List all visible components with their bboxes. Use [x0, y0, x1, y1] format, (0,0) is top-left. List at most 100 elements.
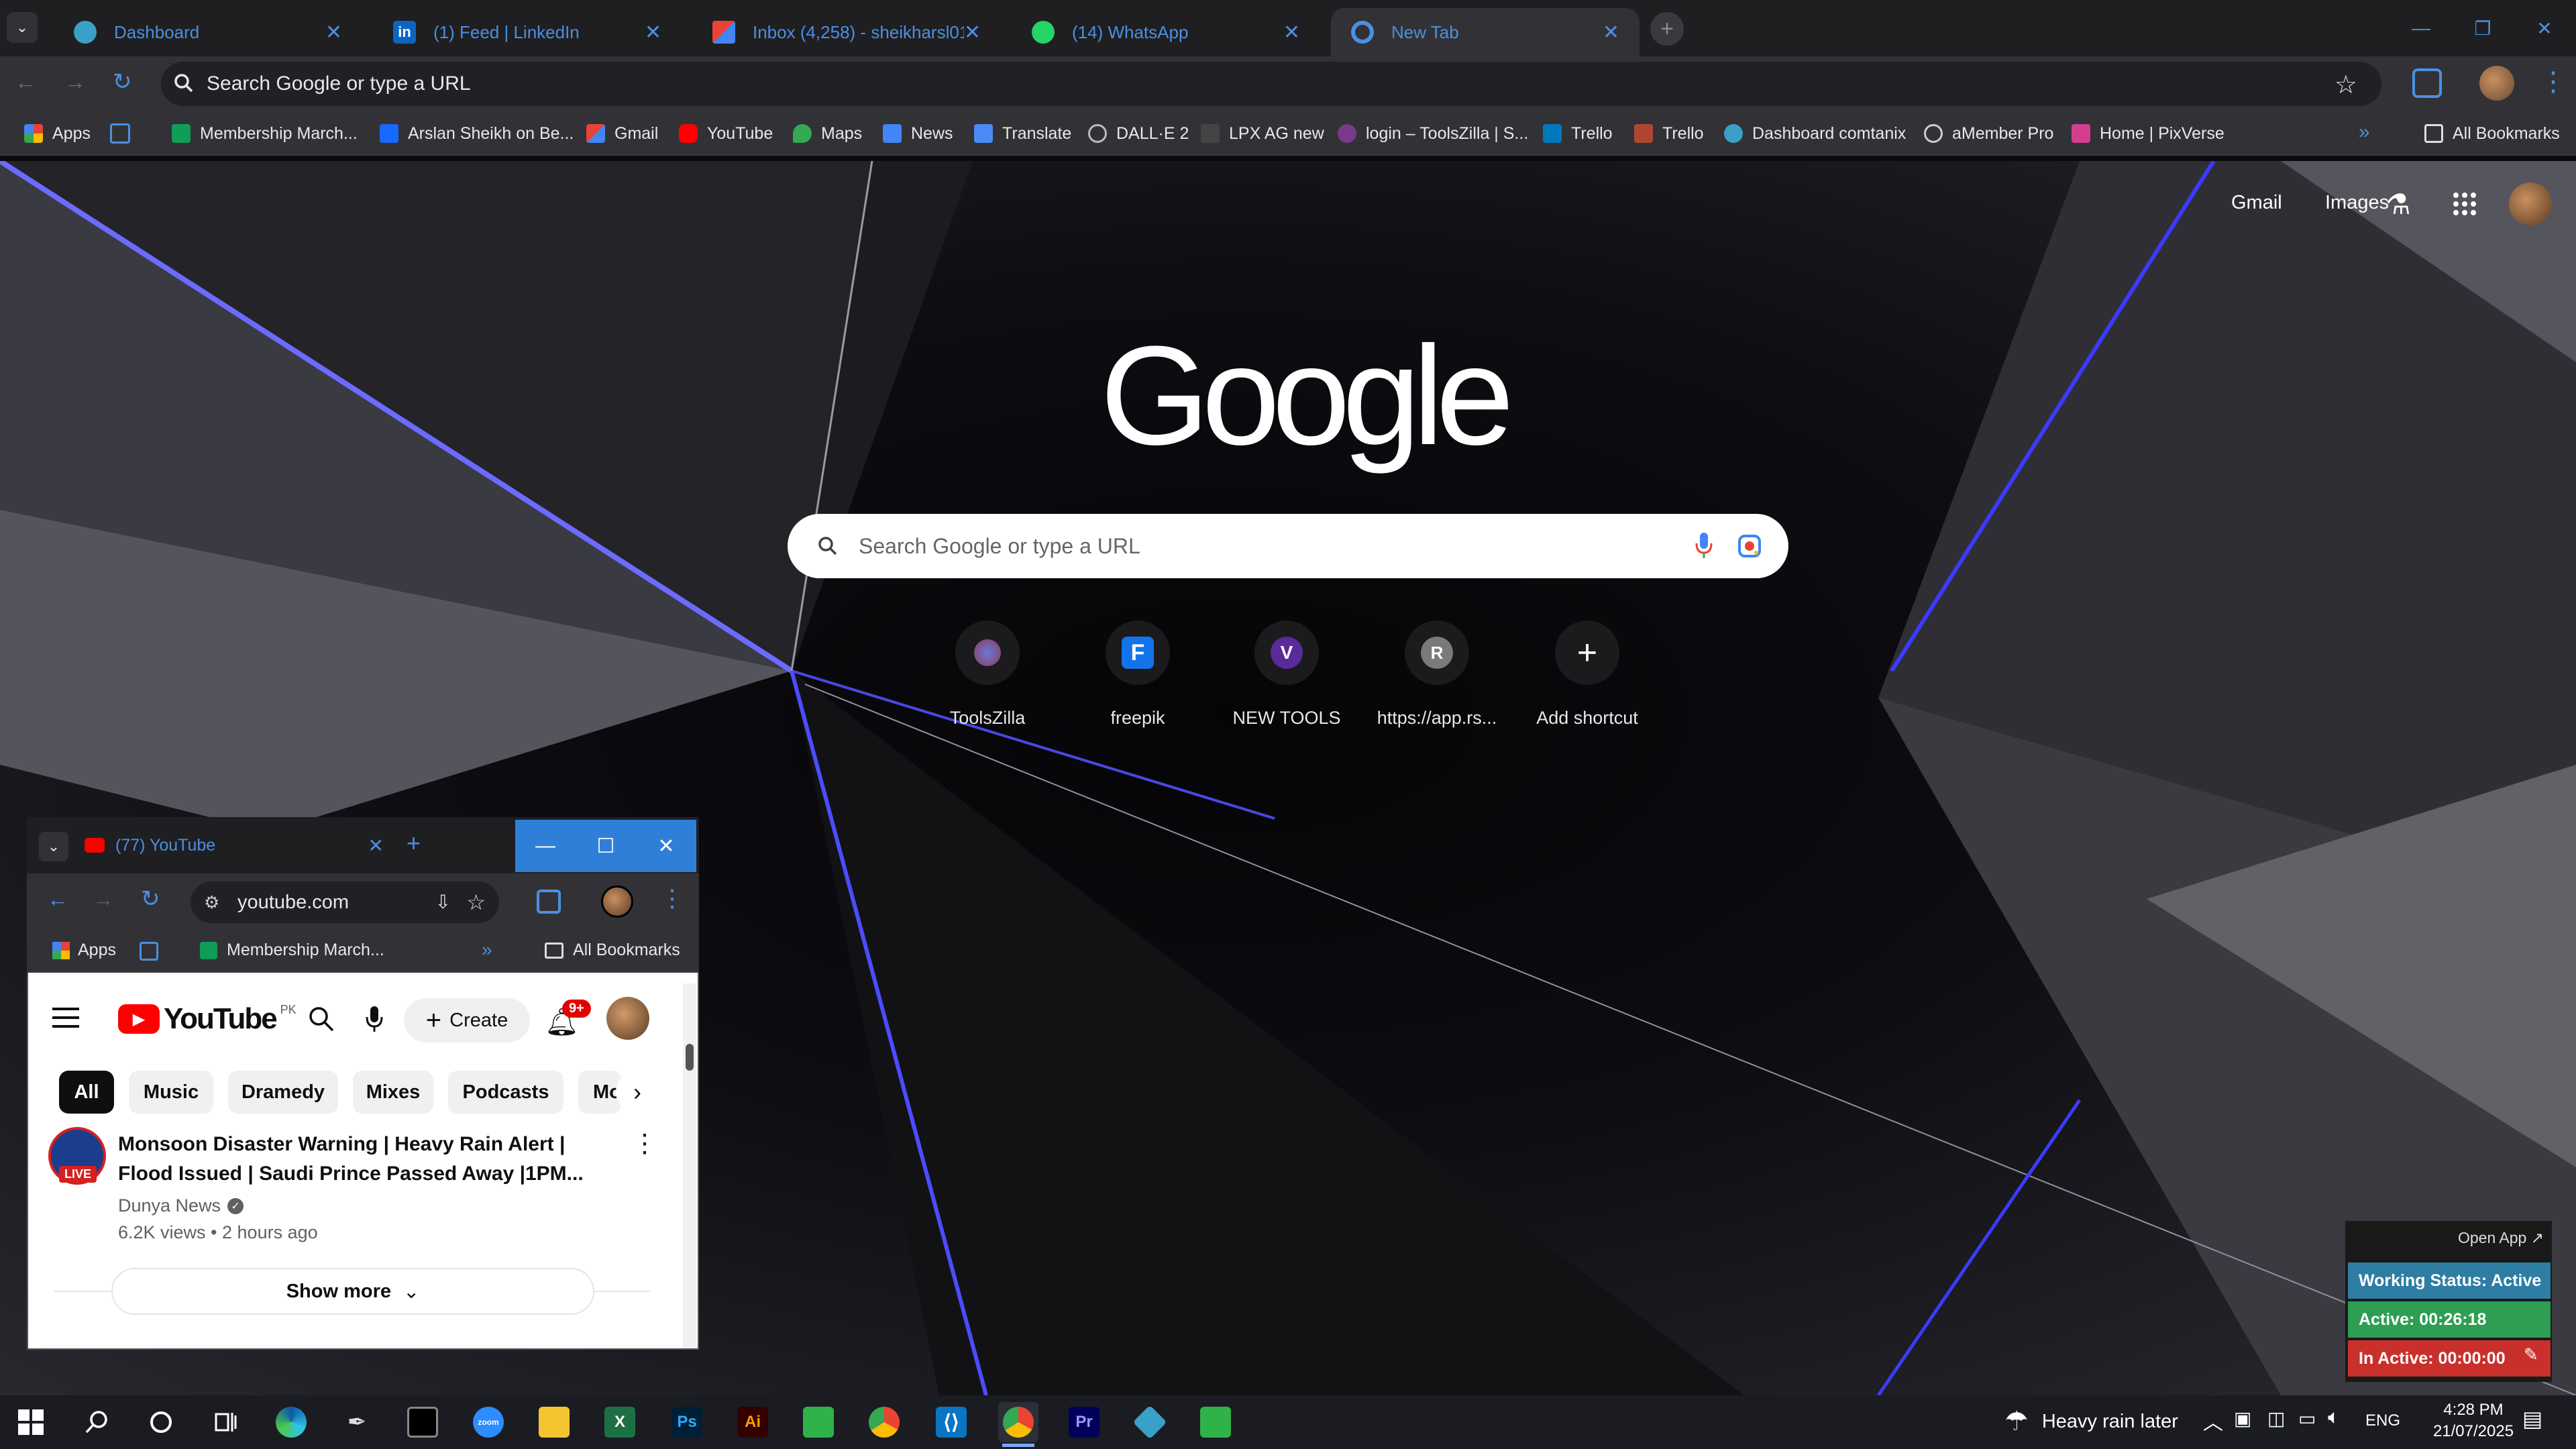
bookmark-membership[interactable]: Membership March... — [172, 121, 358, 146]
bookmark-star-icon[interactable]: ☆ — [466, 890, 486, 915]
yt-bookmarks-overflow-icon[interactable]: » — [482, 939, 492, 961]
bookmark-star-icon[interactable]: ☆ — [2334, 70, 2357, 100]
address-bar[interactable]: Search Google or type a URL ☆ — [161, 62, 2381, 106]
close-icon[interactable]: ✕ — [645, 21, 661, 44]
yt-scrollbar[interactable] — [683, 983, 696, 1348]
yt-maximize-button[interactable]: ☐ — [576, 820, 636, 872]
google-apps-icon[interactable] — [2453, 192, 2477, 216]
microphone-icon[interactable] — [1695, 531, 1713, 559]
yt-tab[interactable]: (77) YouTube ✕ — [85, 825, 393, 865]
site-settings-icon[interactable]: ⚙ — [204, 892, 219, 913]
volume-icon[interactable]: 🔈︎ — [2328, 1406, 2340, 1429]
clock[interactable]: 4:28 PM 21/07/2025 — [2423, 1399, 2524, 1442]
youtube-logo[interactable]: ▶ YouTube PK — [118, 1002, 297, 1036]
premiere-icon[interactable]: Pr — [1064, 1402, 1104, 1442]
notification-center-icon[interactable]: ▤ — [2522, 1406, 2542, 1432]
back-button[interactable]: ← — [15, 70, 36, 95]
shortcut-add[interactable]: + Add shortcut — [1520, 621, 1654, 729]
green-app-icon[interactable] — [798, 1402, 839, 1442]
file-explorer-icon[interactable] — [534, 1402, 574, 1442]
profile-avatar[interactable] — [2479, 66, 2514, 101]
bookmark-trello-2[interactable]: Trello — [1634, 121, 1704, 146]
video-channel-name[interactable]: Dunya News ✓ — [118, 1195, 244, 1216]
task-view-icon[interactable] — [205, 1402, 246, 1442]
yt-new-tab-button[interactable]: + — [407, 829, 421, 857]
pencil-edit-icon[interactable]: ✎ — [2524, 1344, 2538, 1365]
bookmark-lpx[interactable]: LPX AG new — [1201, 121, 1324, 146]
chip-mixes[interactable]: Mixes — [353, 1071, 433, 1114]
meet-now-icon[interactable]: ▣ — [2234, 1407, 2251, 1430]
yt-tab-search-button[interactable]: ⌄ — [39, 832, 68, 861]
close-icon[interactable]: ✕ — [368, 835, 384, 857]
yt-hamburger-menu-icon[interactable] — [52, 1008, 79, 1028]
bookmark-maps[interactable]: Maps — [793, 121, 862, 146]
yt-search-icon[interactable] — [307, 1005, 335, 1033]
close-icon[interactable]: ✕ — [325, 21, 342, 44]
bookmark-translate[interactable]: Translate — [974, 121, 1071, 146]
gmail-link[interactable]: Gmail — [2231, 192, 2282, 214]
tab-whatsapp[interactable]: (14) WhatsApp ✕ — [1012, 8, 1320, 56]
chip-dramedy[interactable]: Dramedy — [228, 1071, 338, 1114]
forward-button[interactable]: → — [64, 70, 86, 95]
yt-extensions-icon[interactable] — [537, 890, 561, 914]
google-search-box[interactable]: Search Google or type a URL — [788, 514, 1788, 578]
menu-kebab-icon[interactable]: ⋮ — [2540, 67, 2567, 97]
close-icon[interactable]: ✕ — [1603, 21, 1619, 44]
language-indicator[interactable]: ENG — [2365, 1411, 2400, 1430]
bookmark-dalle[interactable]: DALL·E 2 — [1088, 121, 1189, 146]
yt-close-button[interactable]: ✕ — [636, 820, 696, 872]
cortana-icon[interactable] — [141, 1402, 181, 1442]
chrome-icon[interactable] — [864, 1402, 904, 1442]
yt-bookmark-membership[interactable]: Membership March... — [200, 941, 384, 960]
illustrator-icon[interactable]: Ai — [733, 1402, 773, 1442]
yt-address-bar[interactable]: ⚙ youtube.com ⇩ ☆ — [191, 881, 499, 923]
yt-voice-search-icon[interactable] — [365, 1005, 384, 1033]
tracker-app-icon[interactable] — [1130, 1402, 1170, 1442]
yt-menu-kebab-icon[interactable]: ⋮ — [660, 884, 684, 912]
close-window-button[interactable]: ✕ — [2514, 0, 2575, 56]
bookmarks-overflow-icon[interactable]: » — [2359, 121, 2370, 144]
yt-all-bookmarks-folder[interactable]: All Bookmarks — [545, 941, 680, 960]
tab-search-button[interactable]: ⌄ — [7, 12, 38, 43]
zoom-icon[interactable]: zoom — [468, 1402, 508, 1442]
open-app-link[interactable]: Open App ↗ — [2458, 1229, 2544, 1247]
yt-forward-button[interactable]: → — [93, 887, 114, 912]
video-title[interactable]: Monsoon Disaster Warning | Heavy Rain Al… — [118, 1130, 614, 1189]
bookmark-dashboard-comtanix[interactable]: Dashboard comtanix — [1724, 121, 1906, 146]
bookmark-amember[interactable]: aMember Pro — [1924, 121, 2053, 146]
display-icon[interactable]: ▭ — [2298, 1407, 2316, 1430]
chip-podcasts[interactable]: Podcasts — [448, 1071, 564, 1114]
start-button[interactable] — [11, 1402, 51, 1442]
terminal-icon[interactable] — [402, 1402, 443, 1442]
shortcut-new-tools[interactable]: V NEW TOOLS — [1220, 621, 1354, 729]
bookmark-gmail[interactable]: Gmail — [586, 121, 658, 146]
weather-widget[interactable]: ☂ Heavy rain later — [2004, 1406, 2178, 1437]
tab-dashboard[interactable]: Dashboard ✕ — [54, 8, 362, 56]
labs-flask-icon[interactable]: ⚗ — [2385, 188, 2411, 221]
bookmark-news[interactable]: News — [883, 121, 953, 146]
shortcut-app-rs[interactable]: R https://app.rs... — [1370, 621, 1504, 729]
yt-minimize-button[interactable]: — — [515, 820, 576, 872]
google-account-avatar[interactable] — [2509, 182, 2552, 225]
yt-scrollbar-thumb[interactable] — [686, 1044, 694, 1071]
bookmark-apps[interactable]: Apps — [24, 121, 91, 146]
chip-music[interactable]: Music — [129, 1071, 213, 1114]
yt-bookmark-apps[interactable]: Apps — [52, 941, 116, 960]
chrome-active-icon[interactable] — [998, 1402, 1038, 1442]
yt-tab-groups-icon[interactable] — [140, 942, 158, 961]
edge-browser-icon[interactable] — [271, 1402, 311, 1442]
new-tab-button[interactable]: + — [1650, 12, 1684, 46]
all-bookmarks-folder[interactable]: All Bookmarks — [2424, 121, 2560, 146]
taskbar-search-icon[interactable] — [76, 1402, 117, 1442]
restore-button[interactable]: ❐ — [2453, 0, 2513, 56]
close-icon[interactable]: ✕ — [1283, 21, 1300, 44]
bookmark-toolszilla[interactable]: login – ToolsZilla | S... — [1338, 121, 1528, 146]
yt-create-button[interactable]: + Create — [404, 998, 530, 1042]
chip-more[interactable]: Mo — [578, 1071, 621, 1114]
images-link[interactable]: Images — [2325, 192, 2389, 214]
green-app-2-icon[interactable] — [1195, 1402, 1236, 1442]
vscode-icon[interactable]: ⟨⟩ — [931, 1402, 971, 1442]
bookmark-trello-1[interactable]: Trello — [1543, 121, 1613, 146]
show-hidden-icons-icon[interactable]: ︿ — [2203, 1406, 2223, 1436]
reload-button[interactable]: ↻ — [113, 68, 132, 95]
